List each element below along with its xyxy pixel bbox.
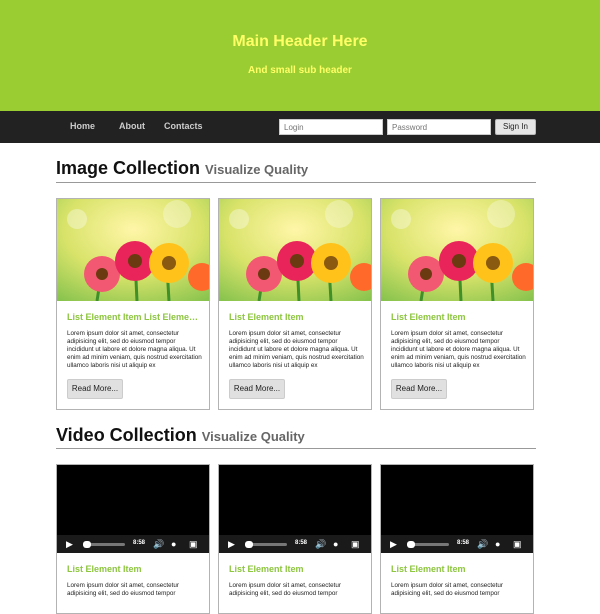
fullscreen-icon[interactable]: ▣ (513, 539, 522, 549)
card-description: Lorem ipsum dolor sit amet, consectetur … (229, 330, 364, 369)
seek-bar[interactable] (407, 541, 449, 548)
card-description: Lorem ipsum dolor sit amet, consectetur … (67, 582, 179, 597)
card-description: Lorem ipsum dolor sit amet, consectetur … (391, 330, 526, 369)
volume-icon[interactable]: 🔊 (153, 539, 164, 549)
video-controls: ▶ 8:58 🔊 ● ▣ (57, 535, 209, 553)
read-more-button[interactable]: Read More... (67, 379, 123, 399)
password-input[interactable] (387, 119, 491, 135)
flower-image (381, 199, 533, 301)
fullscreen-icon[interactable]: ▣ (189, 539, 198, 549)
video-controls: ▶ 8:58 🔊 ● ▣ (219, 535, 371, 553)
sub-header: And small sub header (248, 65, 352, 76)
seek-bar[interactable] (245, 541, 287, 548)
video-collection-heading: Video Collection Visualize Quality (56, 425, 305, 446)
flower-image (219, 199, 371, 301)
video-player[interactable]: ▶ 8:58 🔊 ● ▣ (381, 465, 533, 553)
volume-slider-icon[interactable]: ● (171, 539, 176, 549)
navbar: Home About Contacts Sign In (0, 111, 600, 143)
card-title[interactable]: List Element Item (67, 564, 201, 574)
read-more-button[interactable]: Read More... (229, 379, 285, 399)
site-header: Main Header Here And small sub header (0, 0, 600, 111)
main-header-title: Main Header Here (232, 33, 368, 50)
image-collection-heading: Image Collection Visualize Quality (56, 158, 308, 179)
image-collection-subtitle: Visualize Quality (205, 162, 309, 177)
card-title[interactable]: List Element Item (391, 312, 525, 322)
video-time: 8:58 (133, 540, 146, 546)
fullscreen-icon[interactable]: ▣ (351, 539, 360, 549)
volume-icon[interactable]: 🔊 (477, 539, 488, 549)
card-title[interactable]: List Element Item (229, 312, 363, 322)
video-card: ▶ 8:58 🔊 ● ▣ List Element Item Lorem ips… (218, 464, 372, 614)
play-icon[interactable]: ▶ (228, 539, 235, 549)
video-controls: ▶ 8:58 🔊 ● ▣ (381, 535, 533, 553)
volume-icon[interactable]: 🔊 (315, 539, 326, 549)
seek-bar[interactable] (83, 541, 125, 548)
section-divider (56, 448, 536, 449)
video-time: 8:58 (295, 540, 308, 546)
video-card: ▶ 8:58 🔊 ● ▣ List Element Item Lorem ips… (56, 464, 210, 614)
nav-contacts-link[interactable]: Contacts (164, 121, 203, 131)
video-collection-title: Video Collection (56, 425, 197, 445)
read-more-button[interactable]: Read More... (391, 379, 447, 399)
video-time: 8:58 (457, 540, 470, 546)
card-title[interactable]: List Element Item (391, 564, 525, 574)
card-title[interactable]: List Element Item List Element Item (67, 312, 201, 322)
card-description: Lorem ipsum dolor sit amet, consectetur … (229, 582, 341, 597)
image-card: List Element Item Lorem ipsum dolor sit … (218, 198, 372, 410)
video-player[interactable]: ▶ 8:58 🔊 ● ▣ (219, 465, 371, 553)
video-player[interactable]: ▶ 8:58 🔊 ● ▣ (57, 465, 209, 553)
nav-about-link[interactable]: About (119, 121, 145, 131)
video-card: ▶ 8:58 🔊 ● ▣ List Element Item Lorem ips… (380, 464, 534, 614)
image-card: List Element Item List Element Item Lore… (56, 198, 210, 410)
volume-slider-icon[interactable]: ● (333, 539, 338, 549)
nav-home-link[interactable]: Home (70, 121, 95, 131)
section-divider (56, 182, 536, 183)
image-card: List Element Item Lorem ipsum dolor sit … (380, 198, 534, 410)
login-input[interactable] (279, 119, 383, 135)
video-collection-subtitle: Visualize Quality (201, 429, 305, 444)
card-title[interactable]: List Element Item (229, 564, 363, 574)
image-collection-title: Image Collection (56, 158, 201, 178)
volume-slider-icon[interactable]: ● (495, 539, 500, 549)
sign-in-button[interactable]: Sign In (495, 119, 536, 135)
flower-image (57, 199, 209, 301)
play-icon[interactable]: ▶ (66, 539, 73, 549)
card-description: Lorem ipsum dolor sit amet, consectetur … (391, 582, 503, 597)
card-description: Lorem ipsum dolor sit amet, consectetur … (67, 330, 202, 369)
play-icon[interactable]: ▶ (390, 539, 397, 549)
